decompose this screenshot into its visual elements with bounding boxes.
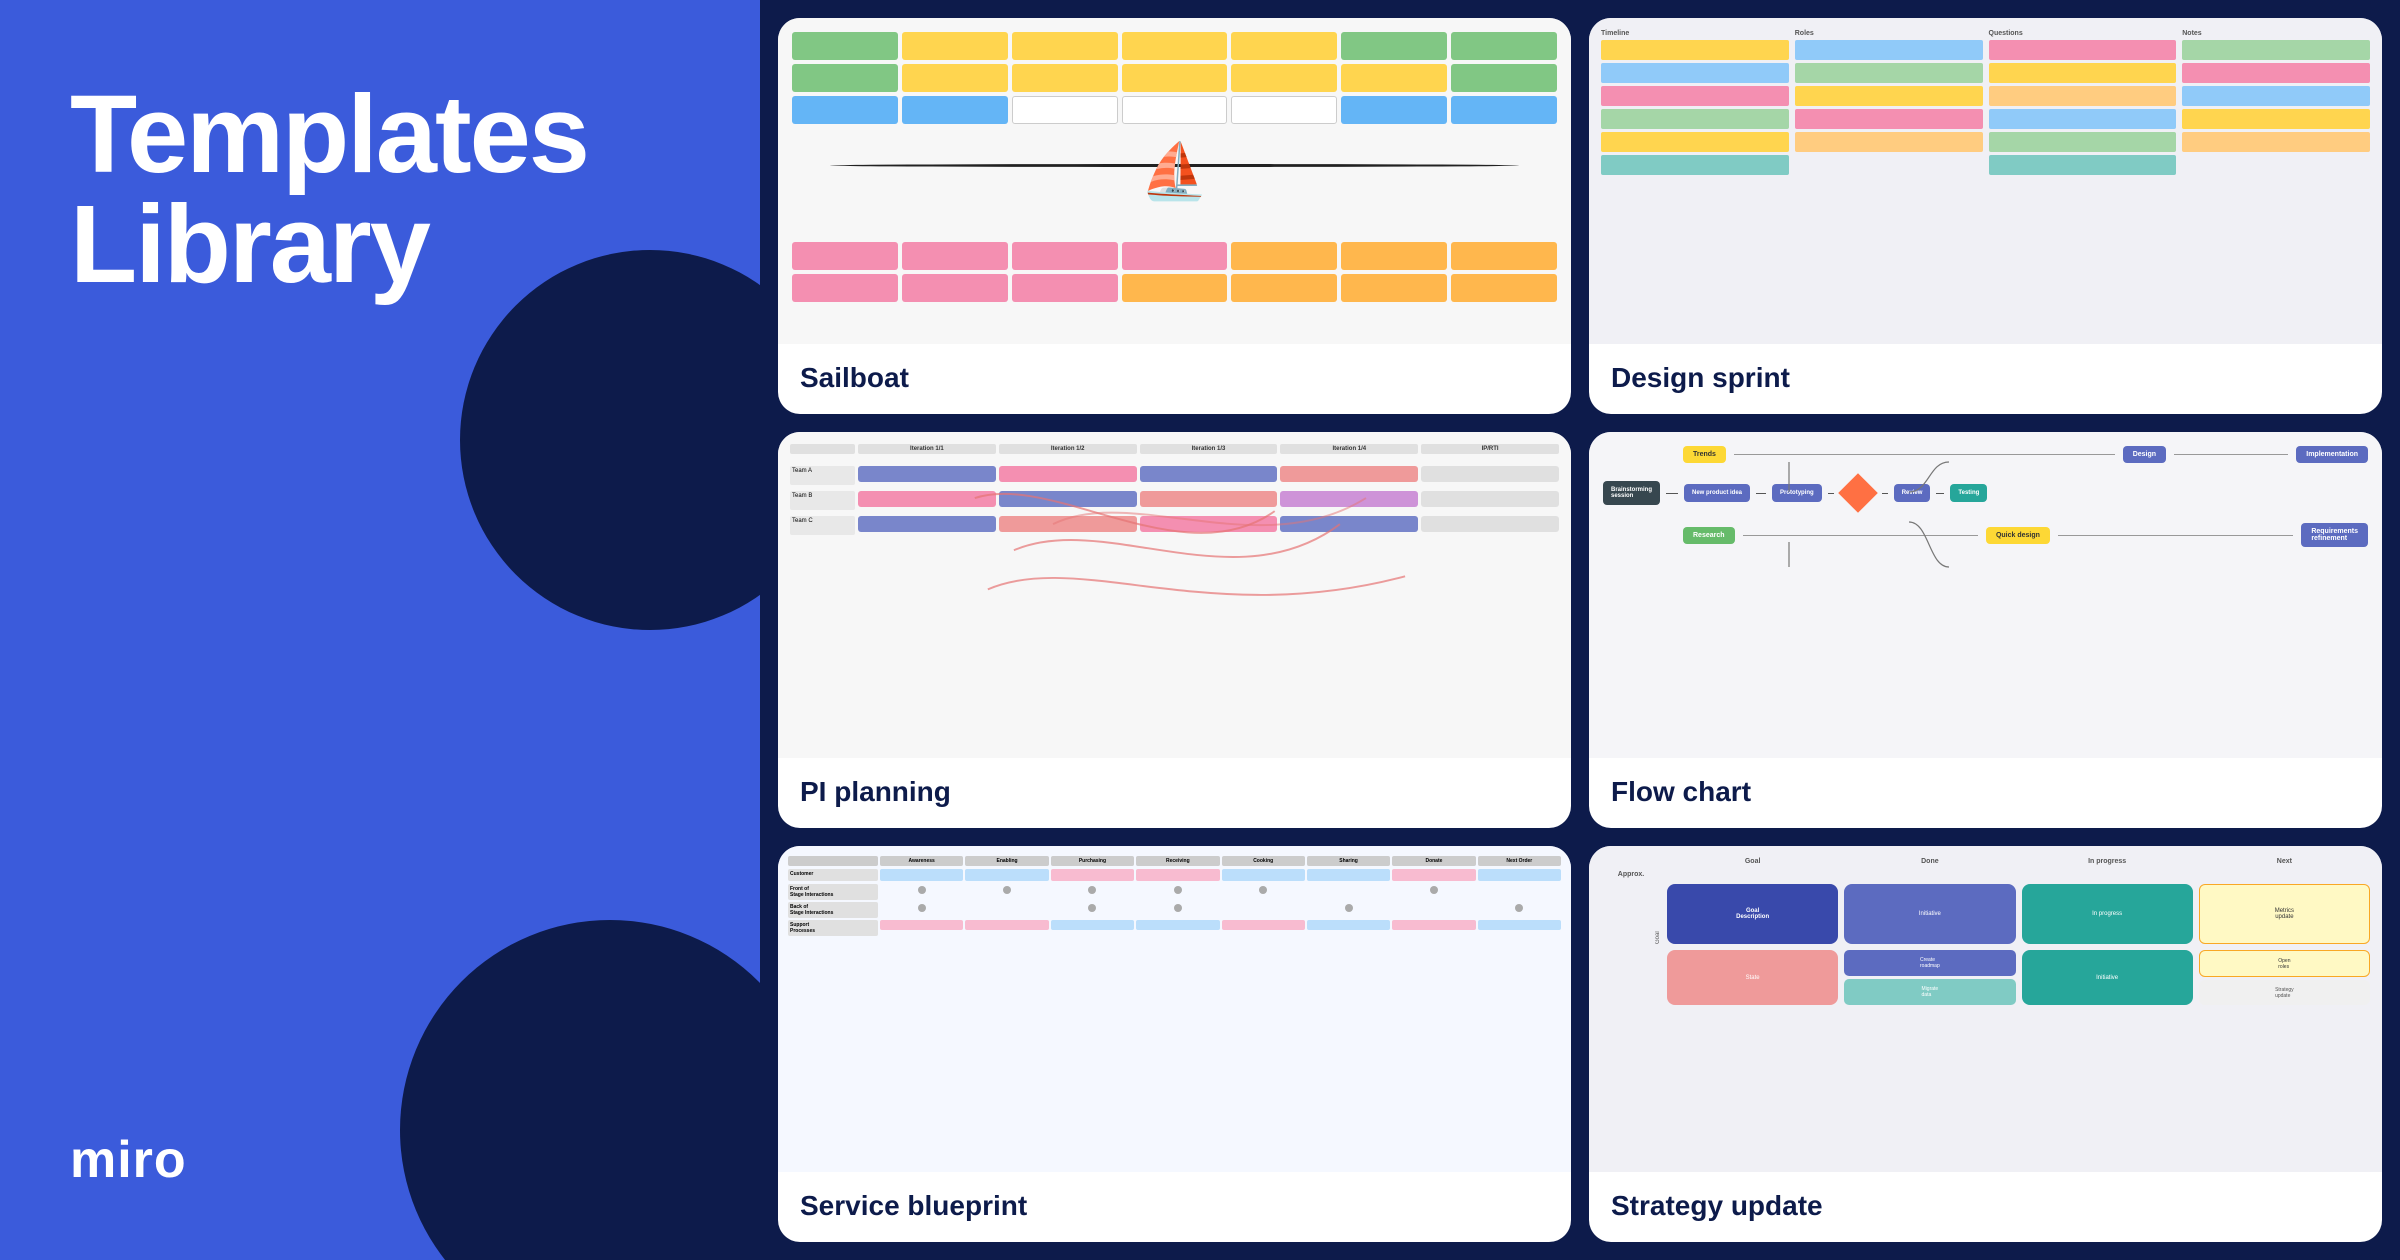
service-blueprint-preview: Awareness Enabling Purchasing Receiving … xyxy=(778,846,1571,1172)
decorative-circle-2 xyxy=(400,920,760,1260)
sailboat-label: Sailboat xyxy=(778,344,1571,414)
service-blueprint-card[interactable]: Awareness Enabling Purchasing Receiving … xyxy=(778,846,1571,1242)
right-panel: ⛵ Sailboat xyxy=(760,0,2400,1260)
design-sprint-card[interactable]: Timeline Roles xyxy=(1589,18,2382,414)
design-sprint-preview: Timeline Roles xyxy=(1589,18,2382,344)
pi-planning-card[interactable]: Iteration 1/1 Iteration 1/2 Iteration 1/… xyxy=(778,432,1571,828)
strategy-update-preview: Goal Done In progress Next Approx. Goal … xyxy=(1589,846,2382,1172)
strategy-update-card[interactable]: Goal Done In progress Next Approx. Goal … xyxy=(1589,846,2382,1242)
pi-planning-label: PI planning xyxy=(778,758,1571,828)
flow-chart-label: Flow chart xyxy=(1589,758,2382,828)
flow-chart-preview: Trends Design Implementation Brainstormi… xyxy=(1589,432,2382,758)
pi-planning-preview: Iteration 1/1 Iteration 1/2 Iteration 1/… xyxy=(778,432,1571,758)
sailboat-card[interactable]: ⛵ Sailboat xyxy=(778,18,1571,414)
left-panel: Templates Library miro xyxy=(0,0,760,1260)
decorative-circle-1 xyxy=(460,250,760,630)
sailboat-preview: ⛵ xyxy=(778,18,1571,344)
design-sprint-label: Design sprint xyxy=(1589,344,2382,414)
miro-logo: miro xyxy=(70,1130,690,1190)
strategy-update-label: Strategy update xyxy=(1589,1172,2382,1242)
flow-chart-card[interactable]: Trends Design Implementation Brainstormi… xyxy=(1589,432,2382,828)
service-blueprint-label: Service blueprint xyxy=(778,1172,1571,1242)
page-title: Templates Library xyxy=(70,80,690,300)
